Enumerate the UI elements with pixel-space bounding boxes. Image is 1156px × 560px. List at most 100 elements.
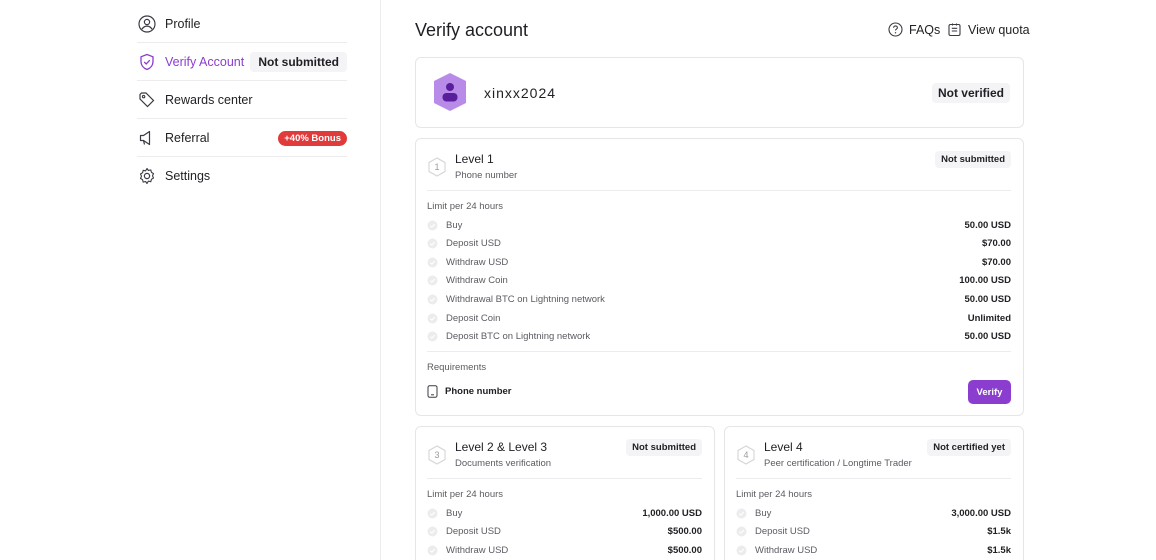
limit-name: Buy [446,507,463,519]
faqs-link[interactable]: FAQs [888,22,940,37]
bonus-badge: +40% Bonus [278,131,347,146]
limit-name: Deposit BTC on Lightning network [446,331,591,343]
verify-button[interactable]: Verify [968,380,1011,404]
sidebar-item-label: Settings [165,169,211,183]
check-circle-icon [427,313,438,324]
limit-value: $70.00 [981,256,1011,268]
level-title: Level 4 [764,440,803,454]
check-circle-icon [427,331,438,342]
check-circle-icon [736,526,747,537]
clipboard-icon [948,23,961,37]
level-status-badge: Not certified yet [927,439,1011,456]
limit-name: Deposit Coin [446,312,501,324]
sidebar-item-rewards-center[interactable]: Rewards center [137,81,347,119]
check-circle-icon [427,508,438,519]
limit-row: Withdrawal BTC on Lightning network 50.00… [427,290,1011,308]
limit-title: Limit per 24 hours [427,489,504,500]
gear-icon [137,167,156,186]
check-circle-icon [427,545,438,556]
limit-row: Deposit USD $70.00 [427,235,1011,253]
limit-value: $1.5k [987,526,1011,538]
check-circle-icon [427,220,438,231]
view-quota-link[interactable]: View quota [947,22,1030,37]
sidebar-item-settings[interactable]: Settings [137,157,347,195]
level-2-3-card: 3 Level 2 & Level 3 Documents verificati… [415,426,715,560]
limit-value: $500.00 [667,526,702,538]
limit-value: $1.5k [987,544,1011,556]
limit-row: Withdraw USD $1.5k [736,541,1011,559]
verification-status-badge: Not verified [931,83,1010,103]
phone-icon [427,385,438,398]
level-number-badge: 3 [427,445,447,465]
limit-value: 1,000.00 USD [642,507,702,519]
sidebar-item-verify-account[interactable]: Verify Account Not submitted [137,43,347,81]
megaphone-icon [137,128,156,147]
sidebar-item-referral[interactable]: Referral +40% Bonus [137,119,347,157]
avatar [432,72,468,117]
limit-title: Limit per 24 hours [427,201,504,212]
limit-row: Withdraw USD $500.00 [427,541,702,559]
profile-card: xinxx2024 Not verified [415,57,1024,128]
limit-name: Buy [755,507,772,519]
divider [427,478,702,479]
level-number: 3 [434,450,440,460]
limit-name: Deposit USD [755,526,810,538]
view-quota-label: View quota [968,22,1030,37]
limit-name: Withdrawal BTC on Lightning network [446,293,605,305]
level-4-card: 4 Level 4 Peer certification / Longtime … [724,426,1024,560]
limit-title: Limit per 24 hours [736,489,813,500]
check-circle-icon [427,257,438,268]
level-number-badge: 4 [736,445,756,465]
requirement-item: Phone number [427,385,512,398]
requirement-label: Phone number [445,386,512,397]
divider [736,478,1011,479]
limit-value: 3,000.00 USD [951,507,1011,519]
limit-value: 100.00 USD [959,275,1011,287]
sidebar-item-label: Verify Account [165,54,245,69]
level-number-badge: 1 [427,157,447,177]
requirements-title: Requirements [427,362,487,373]
limit-row: Buy 3,000.00 USD [736,504,1011,522]
faqs-label: FAQs [909,22,941,37]
limit-name: Withdraw Coin [446,275,508,287]
divider [427,190,1011,191]
limit-row: Withdraw USD $70.00 [427,253,1011,271]
level-number: 1 [434,162,440,172]
divider [427,351,1011,352]
tag-icon [137,90,156,109]
limit-name: Withdraw USD [446,544,509,556]
check-circle-icon [427,526,438,537]
limit-row: Deposit USD $500.00 [427,523,702,541]
limit-name: Withdraw USD [755,544,818,556]
level-status-badge: Not submitted [935,151,1011,168]
check-circle-icon [736,508,747,519]
limit-row: Withdraw Coin 100.00 USD [427,272,1011,290]
level-subtitle: Documents verification [455,458,552,469]
sidebar-divider [380,0,381,560]
check-circle-icon [427,275,438,286]
level-title: Level 1 [455,152,494,166]
limit-name: Deposit USD [446,526,501,538]
limit-row: Deposit BTC on Lightning network 50.00 US… [427,328,1011,346]
user-circle-icon [137,14,156,33]
limit-row: Buy 1,000.00 USD [427,504,702,522]
user-shield-icon [434,73,466,111]
sidebar-item-label: Rewards center [165,92,253,107]
limit-name: Buy [446,219,463,231]
sidebar-item-label: Profile [165,16,201,31]
level-status-badge: Not submitted [626,439,702,456]
level-1-card: 1 Level 1 Phone number Not submitted Lim… [415,138,1024,416]
level-title: Level 2 & Level 3 [455,440,548,454]
limit-name: Deposit USD [446,238,501,250]
sidebar-item-profile[interactable]: Profile [137,5,347,43]
limit-row: Deposit Coin Unlimited [427,309,1011,327]
limit-value: $500.00 [667,544,702,556]
limit-row: Deposit USD $1.5k [736,523,1011,541]
limit-name: Withdraw USD [446,256,509,268]
check-circle-icon [427,294,438,305]
help-circle-icon [888,22,903,37]
username: xinxx2024 [484,85,557,101]
sidebar: Profile Verify Account Not submitted Rew… [137,5,347,195]
limit-value: 50.00 USD [964,293,1011,305]
limit-value: Unlimited [967,312,1011,324]
